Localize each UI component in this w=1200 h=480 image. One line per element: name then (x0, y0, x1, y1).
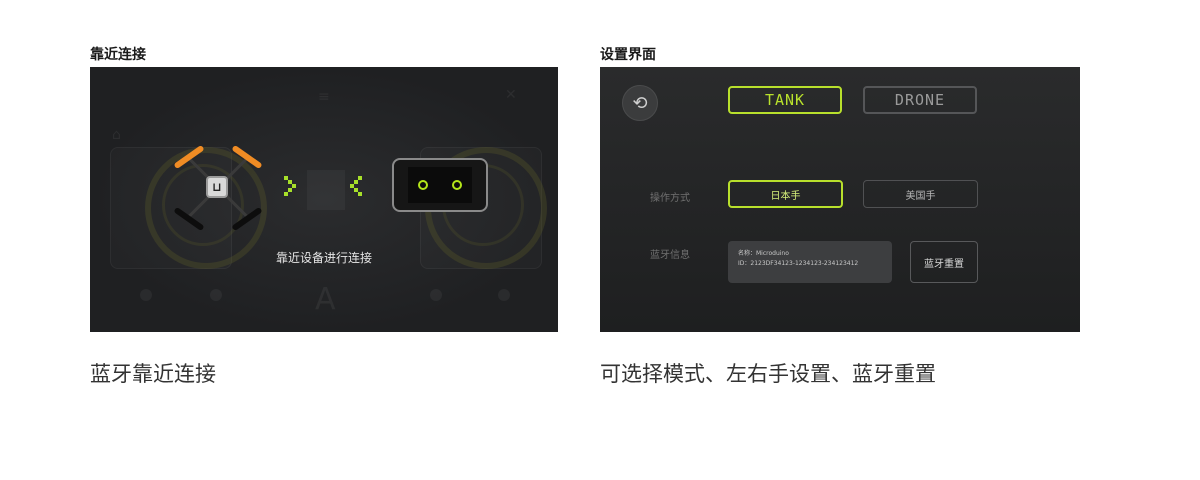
bluetooth-info-box: 名称：Microduino ID：2123DF34123-1234123-234… (728, 241, 892, 283)
left-panel-title: 靠近连接 (90, 47, 146, 63)
back-button[interactable]: ⟲ (622, 85, 658, 121)
propeller-front-left (173, 144, 205, 170)
menu-icon: ≡ (318, 89, 330, 105)
usa-hand-button[interactable]: 美国手 (863, 180, 978, 208)
mode-tank-button[interactable]: TANK (728, 86, 842, 114)
bluetooth-label: 蓝牙信息 (650, 250, 690, 261)
function-dot-1 (140, 289, 152, 301)
back-arrow-icon: ⟲ (632, 92, 648, 114)
power-icon: ⌂ (112, 127, 121, 143)
left-caption: 蓝牙靠近连接 (90, 362, 216, 386)
altitude-icon: A (315, 282, 336, 317)
signal-placeholder (307, 170, 345, 210)
tank-eye-right (452, 180, 462, 190)
tank-eye-left (418, 180, 428, 190)
function-dot-3 (430, 289, 442, 301)
japan-hand-button[interactable]: 日本手 (728, 180, 843, 208)
propeller-rear-left (173, 206, 205, 232)
right-panel-title: 设置界面 (600, 47, 656, 63)
bluetooth-name: 名称：Microduino (738, 250, 789, 257)
propeller-rear-right (231, 206, 263, 232)
tank-face-icon (408, 167, 472, 203)
bluetooth-reset-button[interactable]: 蓝牙重置 (910, 241, 978, 283)
connect-hint: 靠近设备进行连接 (275, 251, 372, 265)
right-caption: 可选择模式、左右手设置、蓝牙重置 (600, 362, 936, 386)
function-dot-2 (210, 289, 222, 301)
bluetooth-id: ID：2123DF34123-1234123-234123412 (738, 260, 859, 267)
mode-drone-button[interactable]: DRONE (863, 86, 977, 114)
settings-icon: ✕ (505, 87, 517, 103)
function-dot-4 (498, 289, 510, 301)
operation-label: 操作方式 (650, 193, 690, 204)
tank-device-card[interactable] (392, 158, 488, 212)
drone-body: ⊔ (206, 176, 228, 198)
drone-icon: ⊔ (168, 138, 268, 238)
